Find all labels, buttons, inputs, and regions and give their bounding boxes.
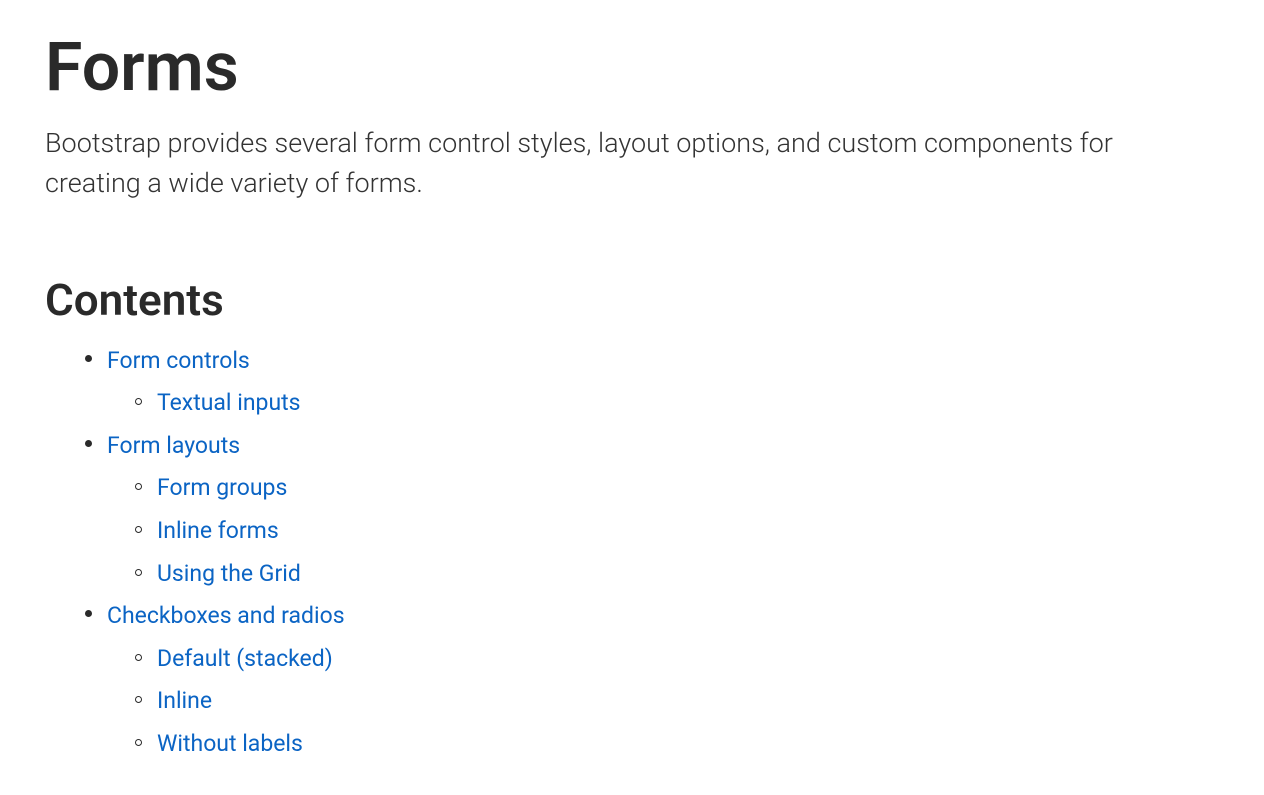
toc-link-form-groups[interactable]: Form groups	[157, 474, 287, 501]
toc-link-default-stacked[interactable]: Default (stacked)	[157, 645, 333, 672]
toc-sublist: Default (stacked) Inline Without labels	[107, 638, 1219, 766]
toc-subitem: Using the Grid	[135, 553, 1219, 596]
table-of-contents: Form controls Textual inputs Form layout…	[45, 340, 1219, 765]
toc-link-textual-inputs[interactable]: Textual inputs	[157, 389, 301, 416]
toc-item: Checkboxes and radios Default (stacked) …	[85, 595, 1219, 765]
toc-item: Form layouts Form groups Inline forms Us…	[85, 425, 1219, 595]
toc-sublist: Textual inputs	[107, 382, 1219, 425]
toc-subitem: Textual inputs	[135, 382, 1219, 425]
toc-subitem: Without labels	[135, 723, 1219, 766]
toc-link-checkboxes-and-radios[interactable]: Checkboxes and radios	[107, 602, 345, 629]
toc-link-using-the-grid[interactable]: Using the Grid	[157, 560, 301, 587]
toc-link-inline[interactable]: Inline	[157, 687, 212, 714]
contents-heading: Contents	[45, 274, 1219, 326]
toc-subitem: Inline	[135, 680, 1219, 723]
toc-subitem: Form groups	[135, 467, 1219, 510]
toc-link-form-layouts[interactable]: Form layouts	[107, 432, 240, 459]
toc-link-inline-forms[interactable]: Inline forms	[157, 517, 279, 544]
toc-item: Form controls Textual inputs	[85, 340, 1219, 425]
page-lead: Bootstrap provides several form control …	[45, 123, 1185, 204]
toc-link-without-labels[interactable]: Without labels	[157, 730, 303, 757]
page-title: Forms	[45, 30, 1219, 105]
toc-link-form-controls[interactable]: Form controls	[107, 347, 250, 374]
toc-subitem: Default (stacked)	[135, 638, 1219, 681]
toc-sublist: Form groups Inline forms Using the Grid	[107, 467, 1219, 595]
toc-subitem: Inline forms	[135, 510, 1219, 553]
